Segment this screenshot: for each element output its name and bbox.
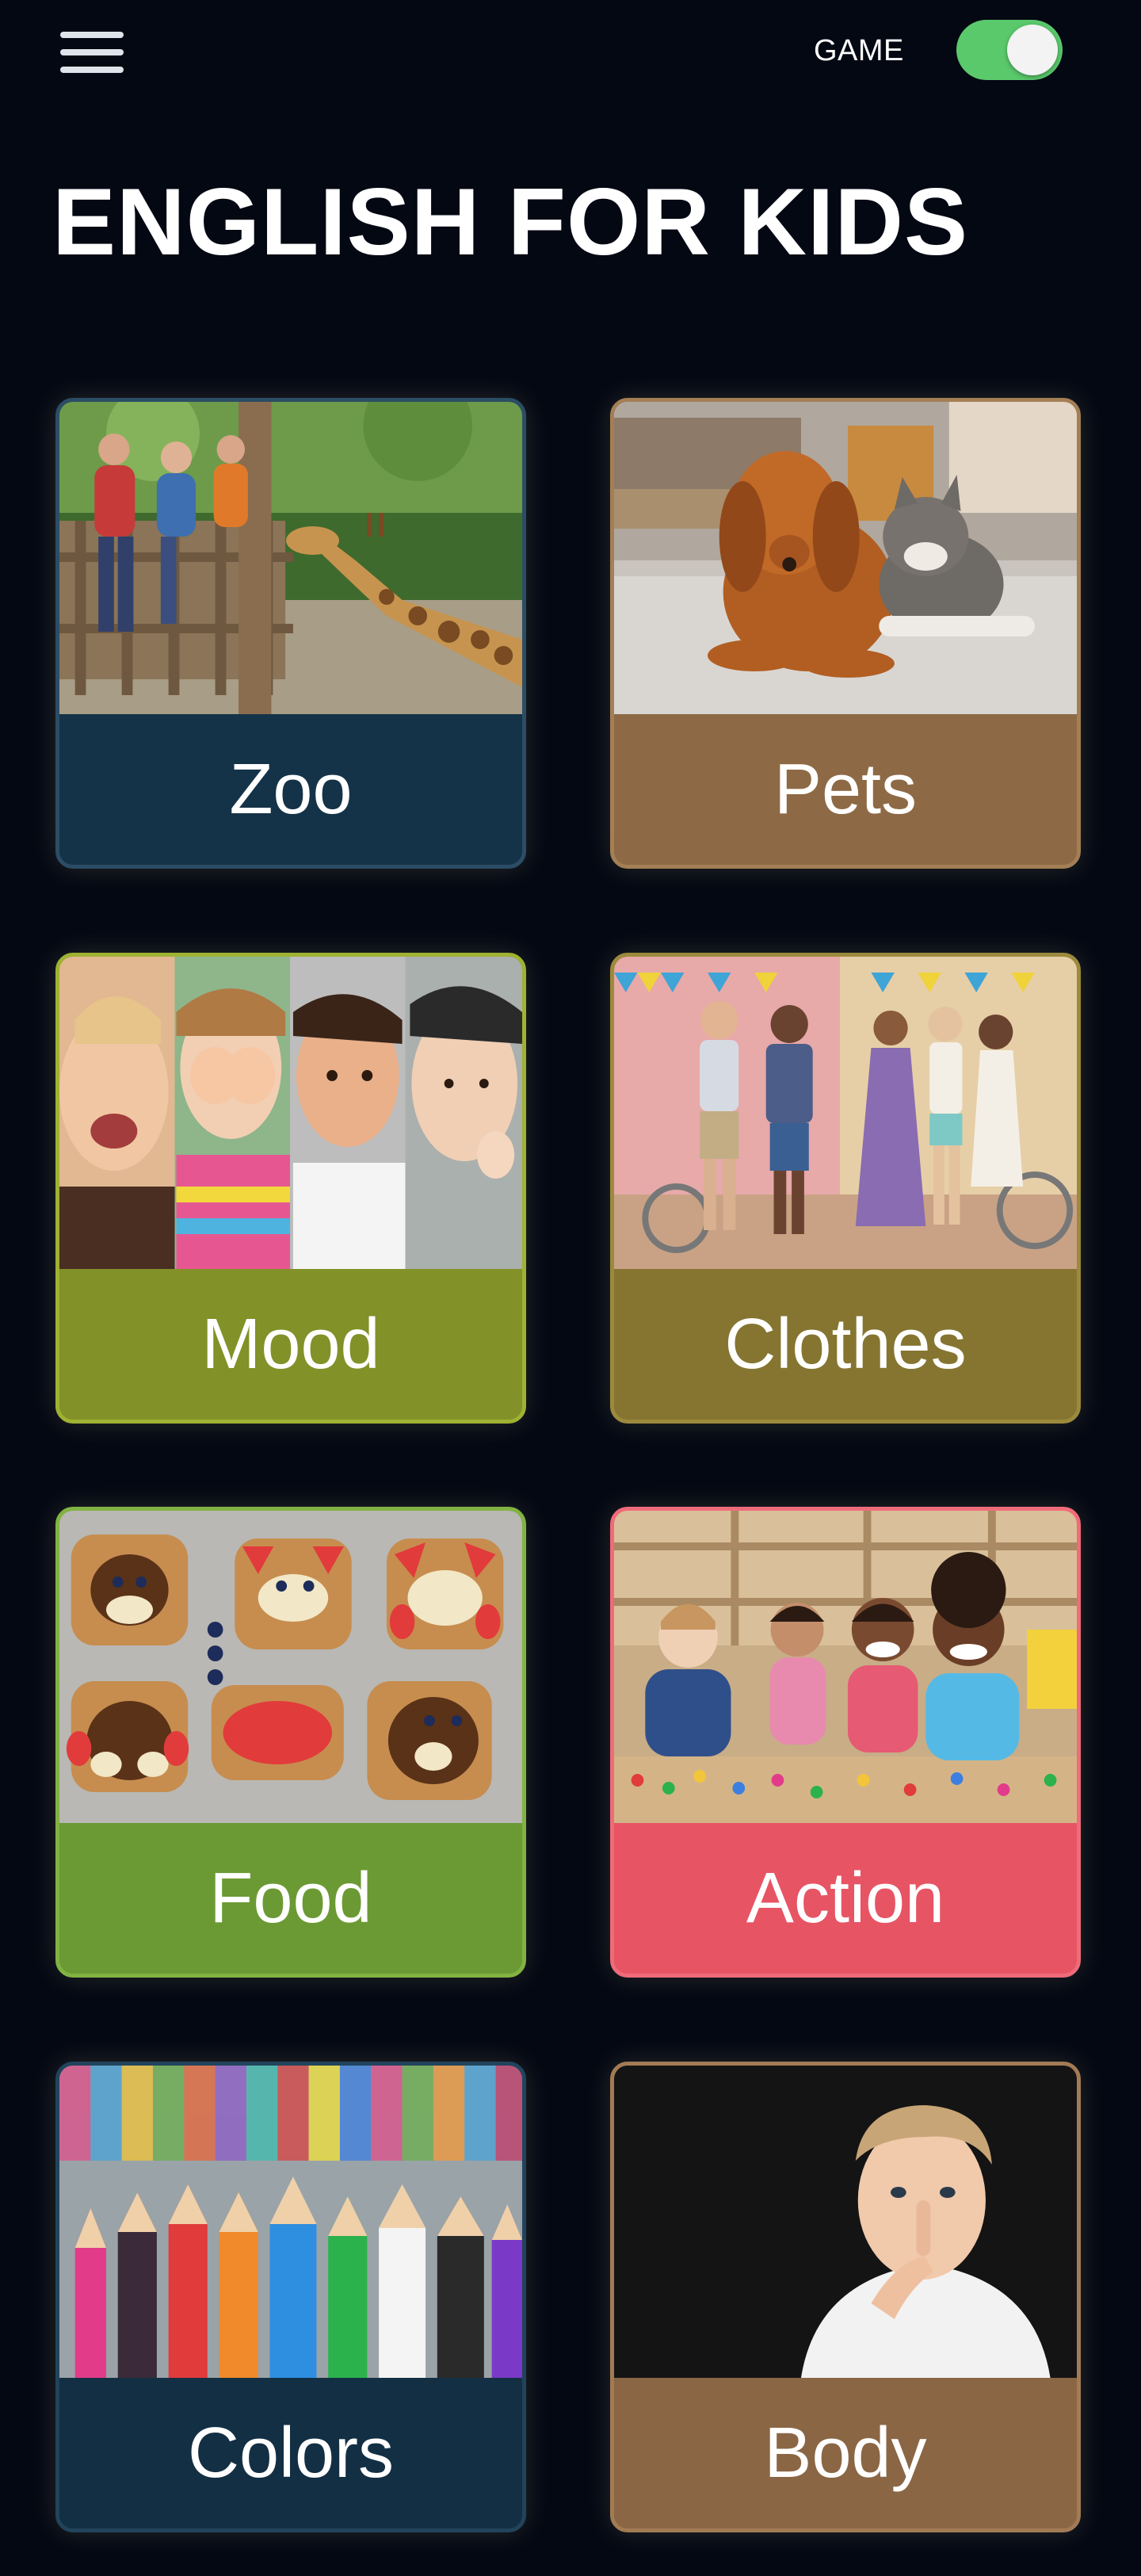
colors-image xyxy=(59,2066,522,2378)
colors-label: Colors xyxy=(59,2378,522,2528)
action-image xyxy=(614,1511,1077,1823)
category-card-pets[interactable]: Pets xyxy=(610,398,1081,869)
body-label: Body xyxy=(614,2378,1077,2528)
top-bar: GAME xyxy=(0,0,1141,103)
category-card-colors[interactable]: Colors xyxy=(55,2062,526,2532)
clothes-image xyxy=(614,957,1077,1269)
pets-label: Pets xyxy=(614,714,1077,865)
mood-label: Mood xyxy=(59,1269,522,1420)
category-card-action[interactable]: Action xyxy=(610,1507,1081,1978)
toggle-knob xyxy=(1007,25,1058,75)
food-image xyxy=(59,1511,522,1823)
zoo-label: Zoo xyxy=(59,714,522,865)
category-card-zoo[interactable]: Zoo xyxy=(55,398,526,869)
page-title: ENGLISH FOR KIDS xyxy=(52,169,969,275)
food-label: Food xyxy=(59,1823,522,1974)
pets-image xyxy=(614,402,1077,714)
action-label: Action xyxy=(614,1823,1077,1974)
clothes-label: Clothes xyxy=(614,1269,1077,1420)
menu-line xyxy=(60,49,124,55)
game-mode-label: GAME xyxy=(814,34,904,67)
category-card-food[interactable]: Food xyxy=(55,1507,526,1978)
menu-line xyxy=(60,67,124,73)
category-card-mood[interactable]: Mood xyxy=(55,953,526,1424)
menu-line xyxy=(60,32,124,38)
zoo-image xyxy=(59,402,522,714)
body-image xyxy=(614,2066,1077,2378)
hamburger-menu-icon[interactable] xyxy=(57,29,127,76)
category-card-body[interactable]: Body xyxy=(610,2062,1081,2532)
category-card-clothes[interactable]: Clothes xyxy=(610,953,1081,1424)
mood-image xyxy=(59,957,522,1269)
game-mode-toggle[interactable] xyxy=(956,20,1063,80)
